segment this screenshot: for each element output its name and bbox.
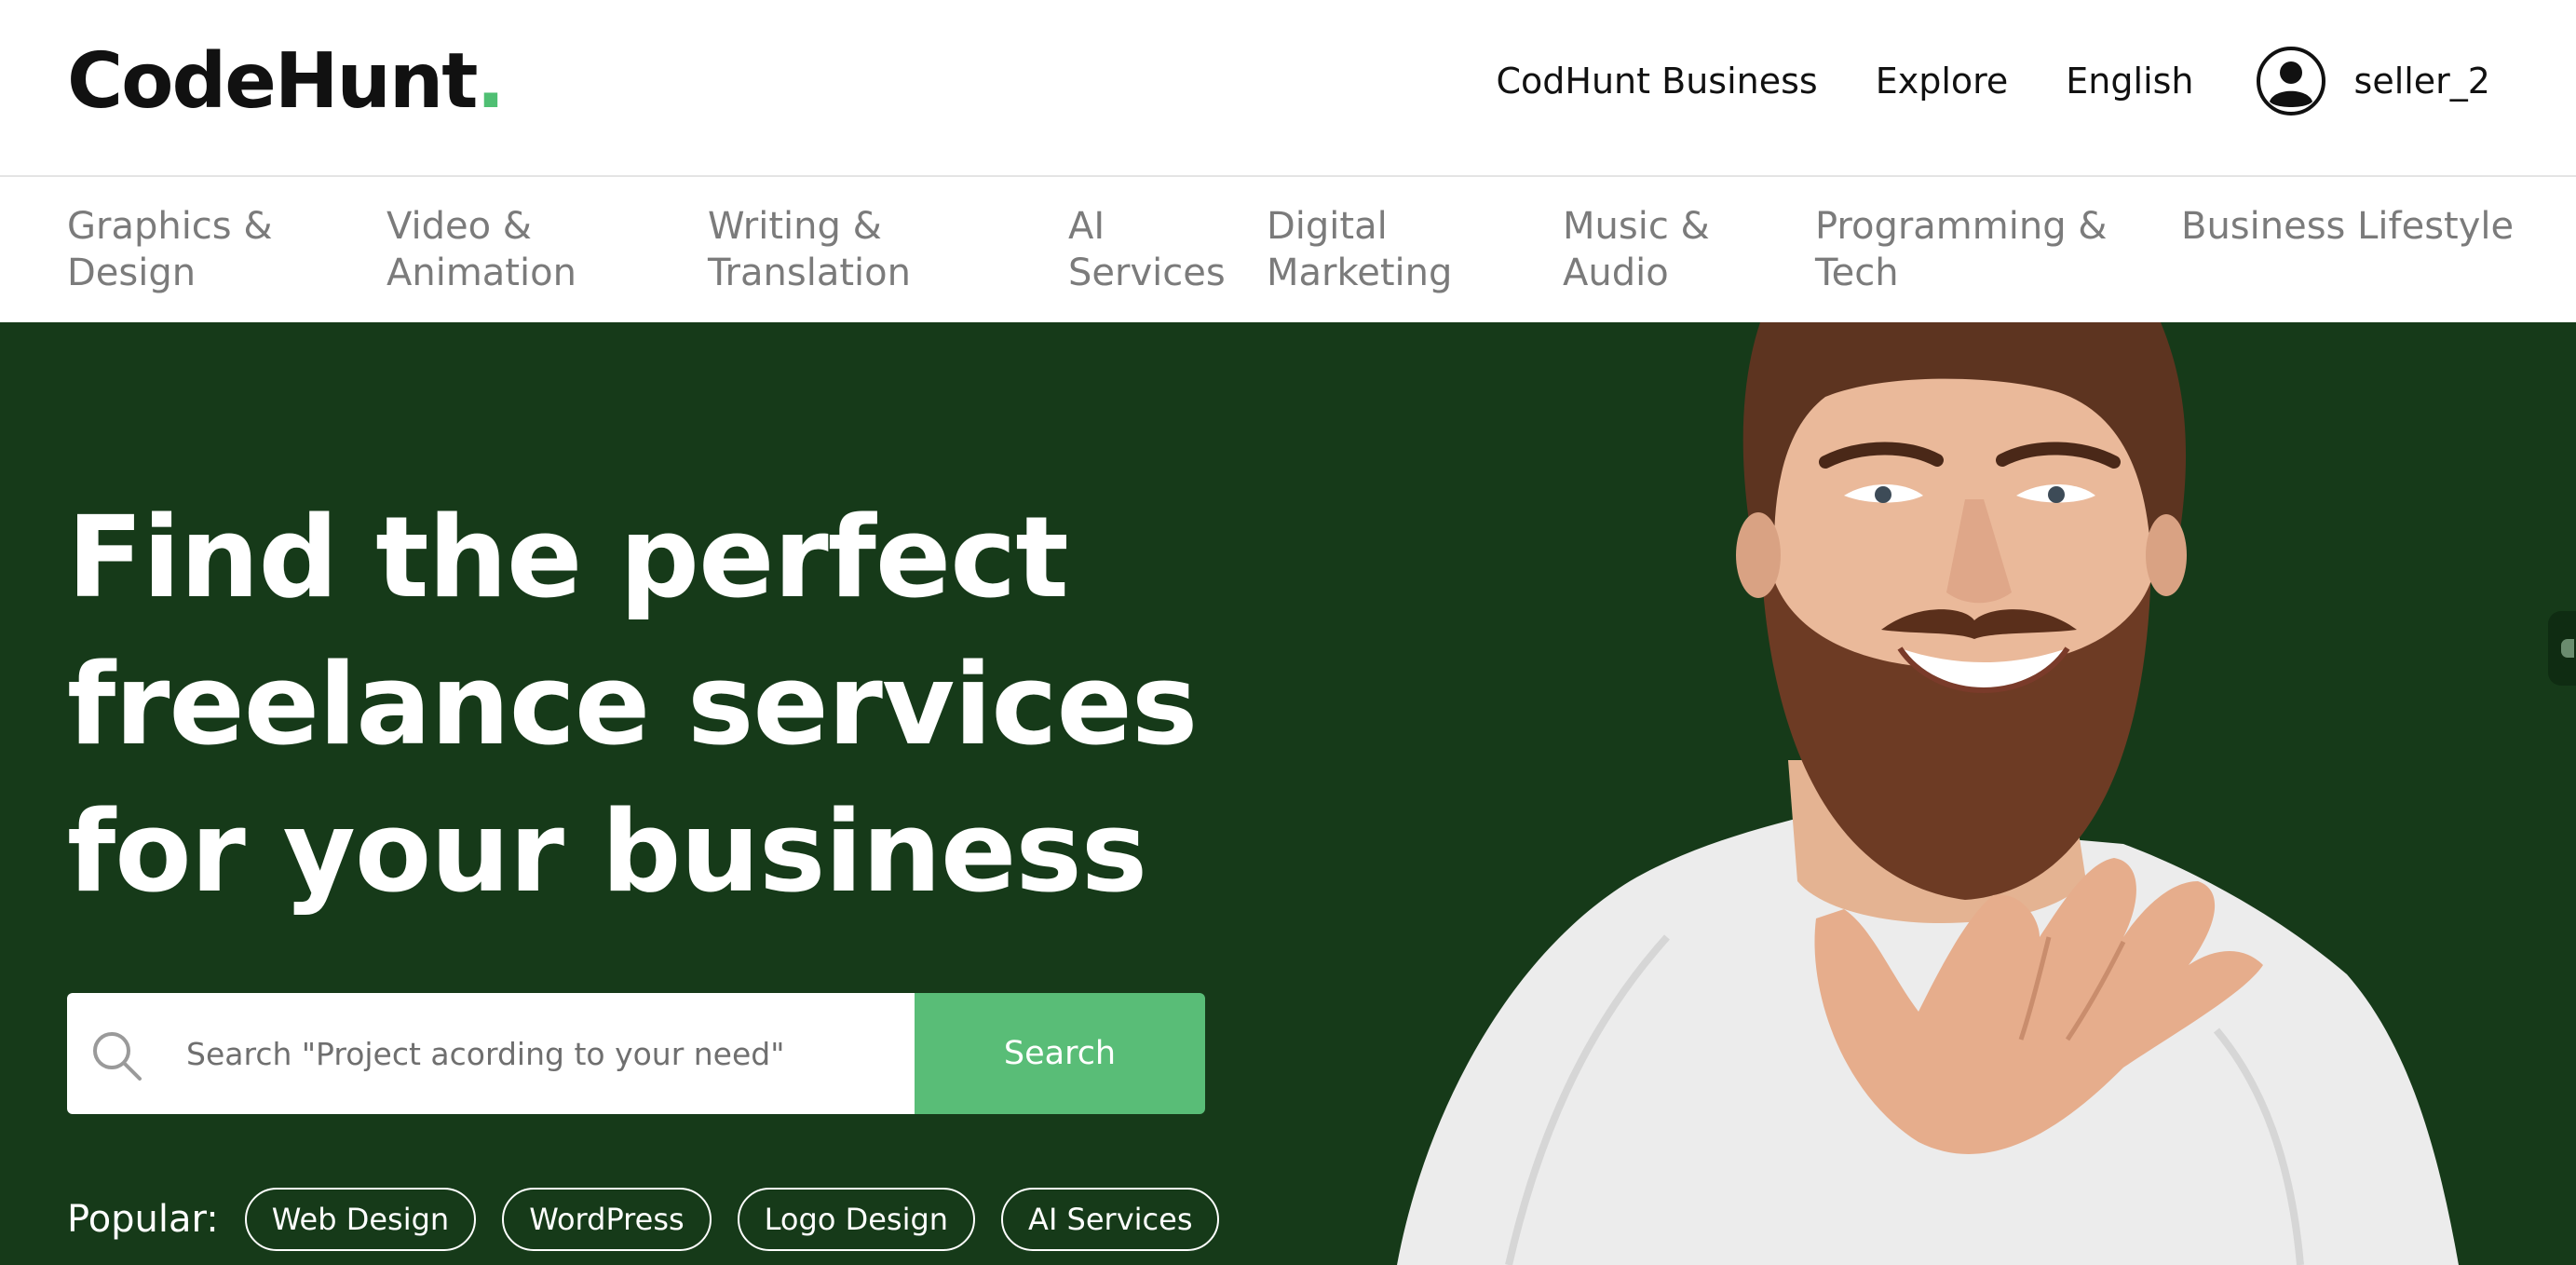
category-label-line2: Animation <box>386 252 576 294</box>
nav-business-link[interactable]: CodHunt Business <box>1497 61 1818 102</box>
search-input[interactable] <box>186 993 894 1114</box>
logo-dot: . <box>476 37 505 126</box>
category-bar: Graphics & Design Video & Animation Writ… <box>0 179 2576 322</box>
category-label-line1: Graphics & <box>67 205 273 248</box>
logo-text: CodeHunt <box>67 37 478 126</box>
category-label-line1: Programming & <box>1815 205 2108 248</box>
top-navigation: CodHunt Business Explore English seller_… <box>1439 39 2490 123</box>
category-music-audio[interactable]: Music & Audio <box>1563 203 1710 296</box>
popular-tag-web-design[interactable]: Web Design <box>244 1188 477 1251</box>
category-label-line1: Video & <box>386 205 532 248</box>
side-drawer-handle[interactable] <box>2548 611 2576 686</box>
site-logo[interactable]: CodeHunt. <box>67 35 506 129</box>
category-writing-translation[interactable]: Writing & Translation <box>708 203 911 296</box>
popular-tag-ai-services[interactable]: AI Services <box>1001 1188 1220 1251</box>
user-menu[interactable]: seller_2 <box>2256 46 2490 116</box>
username-label: seller_2 <box>2353 61 2490 102</box>
category-label-line1: AI <box>1068 205 1105 248</box>
category-digital-marketing[interactable]: Digital Marketing <box>1267 203 1452 296</box>
category-label-line2: Design <box>67 252 197 294</box>
search-bar <box>67 993 915 1114</box>
nav-explore-link[interactable]: Explore <box>1876 61 2009 102</box>
search-icon <box>93 1032 142 1081</box>
hero-person-image <box>1397 322 2459 1265</box>
category-label-line1: Music & <box>1563 205 1710 248</box>
search-button[interactable]: Search <box>915 993 1205 1114</box>
category-video-animation[interactable]: Video & Animation <box>386 203 576 296</box>
user-circle-icon[interactable] <box>2256 46 2326 116</box>
popular-label: Popular: <box>67 1198 219 1241</box>
hero-title-line: for your business <box>67 788 1147 918</box>
site-header: CodeHunt. CodHunt Business Explore Engli… <box>0 0 2576 177</box>
hero-title: Find the perfect freelance services for … <box>67 485 1198 927</box>
category-label-line2: Audio <box>1563 252 1669 294</box>
category-programming-tech[interactable]: Programming & Tech <box>1815 203 2108 296</box>
category-business-lifestyle[interactable]: Business Lifestyle <box>2181 203 2514 250</box>
category-label-line1: Digital <box>1267 205 1388 248</box>
category-label-line2: Tech <box>1815 252 1899 294</box>
category-label-line2: Services <box>1068 252 1226 294</box>
category-label-line2: Translation <box>708 252 911 294</box>
hero-title-line: Find the perfect <box>67 494 1069 623</box>
popular-tag-logo-design[interactable]: Logo Design <box>737 1188 976 1251</box>
hero-title-line: freelance services <box>67 641 1198 770</box>
popular-tag-wordpress[interactable]: WordPress <box>502 1188 712 1251</box>
hero-banner: Find the perfect freelance services for … <box>0 322 2576 1265</box>
nav-language-link[interactable]: English <box>2066 61 2193 102</box>
category-ai-services[interactable]: AI Services <box>1068 203 1226 296</box>
category-label-line2: Marketing <box>1267 252 1453 294</box>
category-label-line1: Writing & <box>708 205 882 248</box>
category-graphics-design[interactable]: Graphics & Design <box>67 203 273 296</box>
category-label-line1: Business Lifestyle <box>2181 205 2515 248</box>
popular-tags: Popular: Web Design WordPress Logo Desig… <box>67 1187 1245 1252</box>
